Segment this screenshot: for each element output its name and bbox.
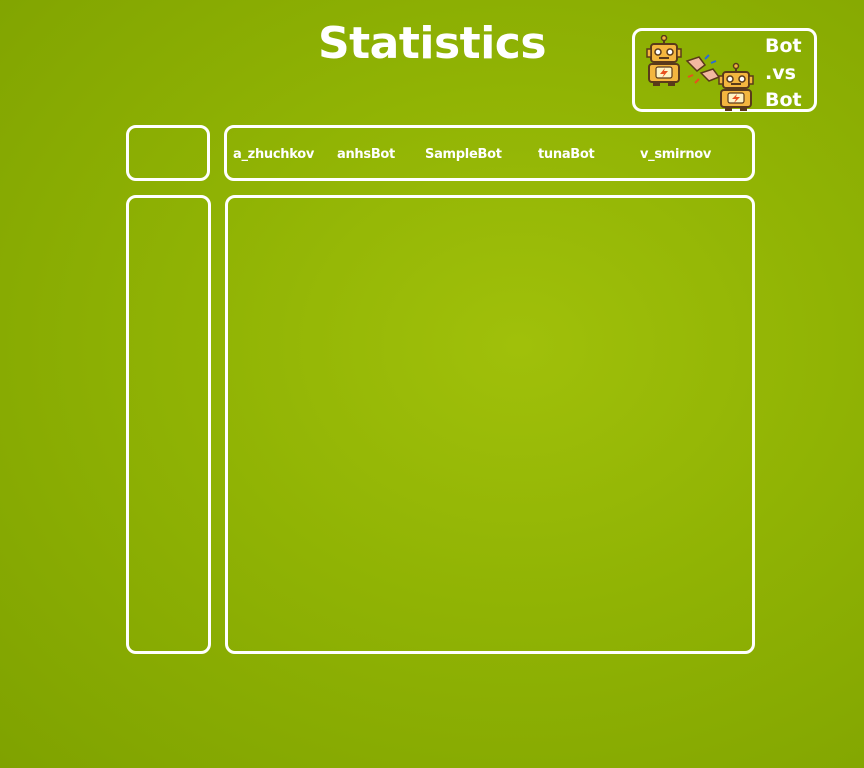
bot-vs-bot-logo: Bot .vs Bot <box>632 28 817 112</box>
fist-bump-icon <box>685 54 721 84</box>
column-header-a-zhuchkov: a_zhuchkov <box>233 147 315 162</box>
logo-text: Bot .vs Bot <box>765 33 815 114</box>
logo-text-line-2: .vs <box>765 62 796 84</box>
logo-text-line-3: Bot <box>765 89 802 111</box>
column-header-tunabot: tunaBot <box>538 147 595 162</box>
results-grid <box>225 195 755 654</box>
logo-text-line-1: Bot <box>765 35 802 57</box>
column-header-samplebot: SampleBot <box>425 147 502 162</box>
bot-vs-bot-logo-art <box>646 35 754 111</box>
column-header-anhsbot: anhsBot <box>337 147 395 162</box>
row-header-column <box>126 195 211 654</box>
table-corner-cell <box>126 125 210 181</box>
column-header-v-smirnov: v_smirnov <box>640 147 712 162</box>
column-header-row: a_zhuchkov anhsBot SampleBot tunaBot v_s… <box>224 125 755 181</box>
robot-icon <box>718 62 754 111</box>
page-title: Statistics <box>317 18 547 69</box>
robot-icon <box>646 35 682 86</box>
